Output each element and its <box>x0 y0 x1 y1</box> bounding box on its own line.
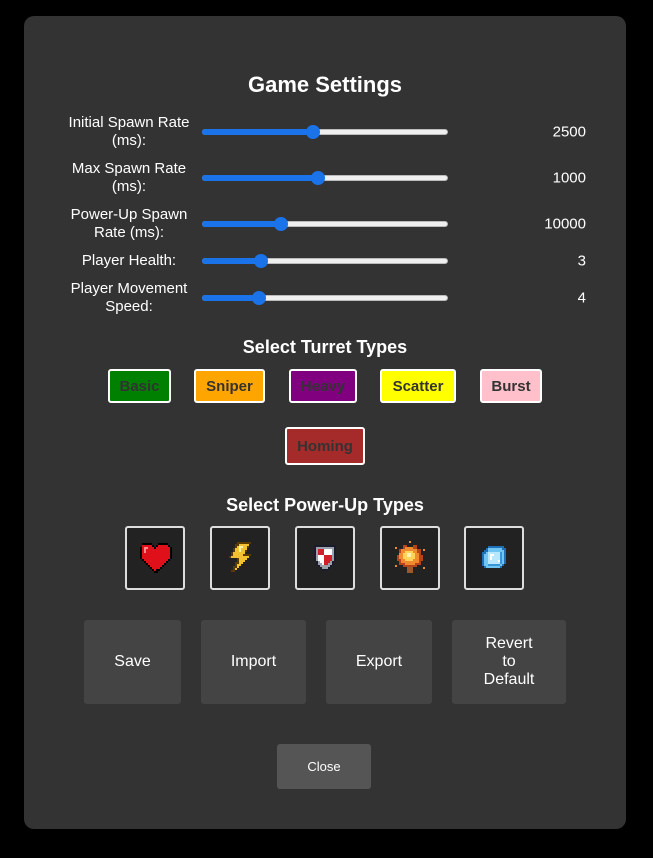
turret-scatter-button[interactable]: Scatter <box>380 369 456 403</box>
slider-thumb[interactable] <box>310 171 325 185</box>
lightning-icon <box>229 542 251 572</box>
slider-value: 1000 <box>552 169 586 187</box>
turret-homing-button[interactable]: Homing <box>285 427 365 465</box>
revert-to-default-button[interactable]: Revert to Default <box>452 620 566 704</box>
slider-thumb[interactable] <box>254 254 269 268</box>
slider-thumb[interactable] <box>273 217 288 231</box>
max-spawn-rate-slider[interactable] <box>202 171 448 185</box>
powerup-shield-button[interactable] <box>295 526 355 590</box>
turret-basic-button[interactable]: Basic <box>108 369 171 403</box>
slider-value: 3 <box>577 252 586 270</box>
slider-label: Player Movement Speed: <box>70 280 188 315</box>
turret-sniper-button[interactable]: Sniper <box>194 369 265 403</box>
slider-thumb[interactable] <box>251 291 266 305</box>
powerup-section-title: Select Power-Up Types <box>226 495 424 515</box>
player-movement-speed-slider[interactable] <box>202 291 448 305</box>
powerup-freeze-button[interactable] <box>464 526 524 590</box>
powerup-health-button[interactable] <box>125 526 185 590</box>
heart-icon <box>140 543 172 573</box>
turret-burst-button[interactable]: Burst <box>480 369 542 403</box>
initial-spawn-rate-slider[interactable] <box>202 125 448 139</box>
export-button[interactable]: Export <box>326 620 432 704</box>
powerup-bomb-button[interactable] <box>380 526 440 590</box>
slider-label: Initial Spawn Rate (ms): <box>68 114 190 149</box>
slider-label: Power-Up Spawn Rate (ms): <box>70 206 188 241</box>
slider-value: 10000 <box>544 215 586 233</box>
turret-heavy-button[interactable]: Heavy <box>289 369 357 403</box>
close-button[interactable]: Close <box>277 744 371 789</box>
powerup-spawn-rate-slider[interactable] <box>202 217 448 231</box>
slider-value: 4 <box>577 289 586 307</box>
slider-value: 2500 <box>552 123 586 141</box>
import-button[interactable]: Import <box>201 620 306 704</box>
slider-thumb[interactable] <box>305 125 320 139</box>
explosion-icon <box>395 541 425 573</box>
page-title: Game Settings <box>247 72 403 97</box>
player-health-slider[interactable] <box>202 254 448 268</box>
powerup-speed-button[interactable] <box>210 526 270 590</box>
settings-panel: Game Settings Initial Spawn Rate (ms): 2… <box>24 16 626 829</box>
ice-cube-icon <box>482 546 506 568</box>
slider-label: Player Health: <box>81 252 177 269</box>
slider-label: Max Spawn Rate (ms): <box>71 160 187 195</box>
turret-section-title: Select Turret Types <box>242 337 408 357</box>
shield-icon <box>314 545 336 571</box>
save-button[interactable]: Save <box>84 620 181 704</box>
